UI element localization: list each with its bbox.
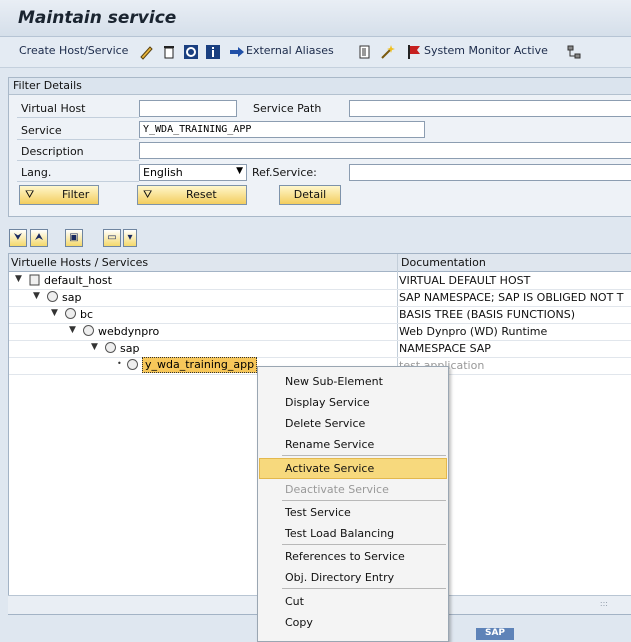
divider bbox=[17, 160, 139, 161]
dropdown-arrow-icon[interactable]: ▼ bbox=[236, 166, 243, 176]
col-services-header: Virtuelle Hosts / Services bbox=[11, 256, 149, 269]
reset-button-label: Reset bbox=[186, 188, 217, 201]
pencil-glasses-icon[interactable] bbox=[138, 44, 154, 60]
node-documentation: Web Dynpro (WD) Runtime bbox=[399, 325, 548, 338]
hierarchy-icon[interactable] bbox=[566, 44, 582, 60]
expand-arrow-icon[interactable]: ▼ bbox=[69, 325, 76, 335]
selected-node-label[interactable]: y_wda_training_app bbox=[142, 357, 258, 373]
reset-funnel-icon: ⛛ bbox=[143, 188, 153, 201]
expand-all-icon[interactable]: ⮟ bbox=[9, 229, 27, 247]
tree-row[interactable]: ▼ webdynpro Web Dynpro (WD) Runtime bbox=[9, 323, 631, 341]
context-menu: New Sub-Element Display Service Delete S… bbox=[257, 366, 449, 642]
menu-item-references-to-service[interactable]: References to Service bbox=[259, 546, 447, 567]
menu-item-deactivate-service: Deactivate Service bbox=[285, 483, 389, 496]
service-input[interactable]: Y_WDA_TRAINING_APP bbox=[139, 121, 425, 138]
tree-row[interactable]: ▼ default_host VIRTUAL DEFAULT HOST bbox=[9, 272, 631, 290]
menu-item-copy[interactable]: Copy bbox=[259, 612, 447, 633]
application-toolbar: Create Host/Service External Aliases Sys… bbox=[0, 37, 631, 68]
service-node-icon bbox=[105, 342, 116, 353]
language-label: Lang. bbox=[21, 166, 52, 179]
menu-item-cut[interactable]: Cut bbox=[259, 591, 447, 612]
collapse-all-icon[interactable]: ⮝ bbox=[30, 229, 48, 247]
virtual-host-label: Virtual Host bbox=[21, 102, 86, 115]
divider bbox=[17, 181, 139, 182]
expand-arrow-icon[interactable]: ▼ bbox=[15, 274, 22, 284]
find-icon[interactable]: ▣ bbox=[65, 229, 83, 247]
node-label: sap bbox=[120, 342, 140, 355]
node-documentation: NAMESPACE SAP bbox=[399, 342, 491, 355]
node-label: default_host bbox=[44, 274, 112, 287]
service-node-icon bbox=[127, 359, 138, 370]
filter-details-header: Filter Details bbox=[9, 78, 631, 95]
print-icon[interactable]: ▭ bbox=[103, 229, 121, 247]
node-label: sap bbox=[62, 291, 82, 304]
host-folder-icon bbox=[29, 274, 40, 286]
menu-item-rename-service[interactable]: Rename Service bbox=[259, 434, 447, 455]
filter-details-title: Filter Details bbox=[13, 79, 82, 92]
service-node-icon bbox=[65, 308, 76, 319]
service-label: Service bbox=[21, 124, 62, 137]
menu-item-test-load-balancing[interactable]: Test Load Balancing bbox=[259, 523, 447, 544]
divider bbox=[17, 117, 139, 118]
menu-separator bbox=[282, 455, 446, 456]
menu-item-activate-service[interactable]: Activate Service bbox=[259, 458, 447, 479]
tree-row[interactable]: ▼ bc BASIS TREE (BASIS FUNCTIONS) bbox=[9, 306, 631, 324]
refresh-icon[interactable] bbox=[183, 44, 199, 60]
info-icon[interactable] bbox=[205, 44, 221, 60]
service-path-input[interactable] bbox=[349, 100, 631, 117]
service-node-icon bbox=[83, 325, 94, 336]
service-path-label: Service Path bbox=[253, 102, 322, 115]
description-input[interactable] bbox=[139, 142, 631, 159]
menu-item-delete-service[interactable]: Delete Service bbox=[259, 413, 447, 434]
document-icon[interactable] bbox=[357, 44, 373, 60]
expand-arrow-icon[interactable]: ▼ bbox=[33, 291, 40, 301]
description-label: Description bbox=[21, 145, 84, 158]
node-documentation: BASIS TREE (BASIS FUNCTIONS) bbox=[399, 308, 576, 321]
resize-grip-icon[interactable]: ::: bbox=[600, 599, 608, 608]
col-documentation-header: Documentation bbox=[401, 256, 486, 269]
language-select[interactable]: English ▼ bbox=[139, 164, 247, 181]
node-documentation: VIRTUAL DEFAULT HOST bbox=[399, 274, 531, 287]
service-node-icon bbox=[47, 291, 58, 302]
divider bbox=[17, 139, 139, 140]
page-title: Maintain service bbox=[18, 8, 177, 28]
arrow-right-icon[interactable] bbox=[229, 44, 245, 60]
node-documentation: SAP NAMESPACE; SAP IS OBLIGED NOT T bbox=[399, 291, 624, 304]
create-host-service-button[interactable]: Create Host/Service bbox=[19, 44, 128, 57]
filter-button[interactable]: ⛛ Filter bbox=[19, 185, 99, 205]
menu-separator bbox=[282, 544, 446, 545]
language-value: English bbox=[143, 166, 183, 179]
detail-button[interactable]: Detail bbox=[279, 185, 341, 205]
tree-row[interactable]: ▼ sap SAP NAMESPACE; SAP IS OBLIGED NOT … bbox=[9, 289, 631, 307]
expand-arrow-icon[interactable]: ▼ bbox=[51, 308, 58, 318]
expand-arrow-icon[interactable]: ▼ bbox=[91, 342, 98, 352]
menu-item-display-service[interactable]: Display Service bbox=[259, 392, 447, 413]
title-bar: Maintain service bbox=[0, 0, 631, 37]
tree-row[interactable]: ▼ sap NAMESPACE SAP bbox=[9, 340, 631, 358]
ref-service-label: Ref.Service: bbox=[252, 166, 317, 179]
menu-item-new-sub-element[interactable]: New Sub-Element bbox=[259, 371, 447, 392]
magic-wand-icon[interactable] bbox=[380, 44, 396, 60]
ref-service-input[interactable] bbox=[349, 164, 631, 181]
external-aliases-button[interactable]: External Aliases bbox=[246, 44, 334, 57]
sap-logo: SAP bbox=[476, 628, 514, 640]
funnel-icon: ⛛ bbox=[25, 188, 35, 201]
tree-header: Virtuelle Hosts / Services Documentation bbox=[9, 254, 631, 272]
filter-button-label: Filter bbox=[62, 188, 90, 201]
node-label: bc bbox=[80, 308, 94, 321]
print-dropdown-icon[interactable]: ▾ bbox=[123, 229, 137, 247]
menu-separator bbox=[282, 500, 446, 501]
virtual-host-input[interactable] bbox=[139, 100, 237, 117]
menu-item-obj-directory-entry[interactable]: Obj. Directory Entry bbox=[259, 567, 447, 588]
flag-icon[interactable] bbox=[406, 44, 422, 60]
filter-details-panel: Filter Details Virtual Host Service Path… bbox=[8, 77, 631, 217]
menu-item-test-service[interactable]: Test Service bbox=[259, 502, 447, 523]
system-monitor-button[interactable]: System Monitor Active bbox=[424, 44, 548, 57]
menu-separator bbox=[282, 588, 446, 589]
leaf-bullet-icon: • bbox=[117, 359, 122, 368]
reset-button[interactable]: ⛛ Reset bbox=[137, 185, 247, 205]
node-label: webdynpro bbox=[98, 325, 160, 338]
trash-icon[interactable] bbox=[161, 44, 177, 60]
